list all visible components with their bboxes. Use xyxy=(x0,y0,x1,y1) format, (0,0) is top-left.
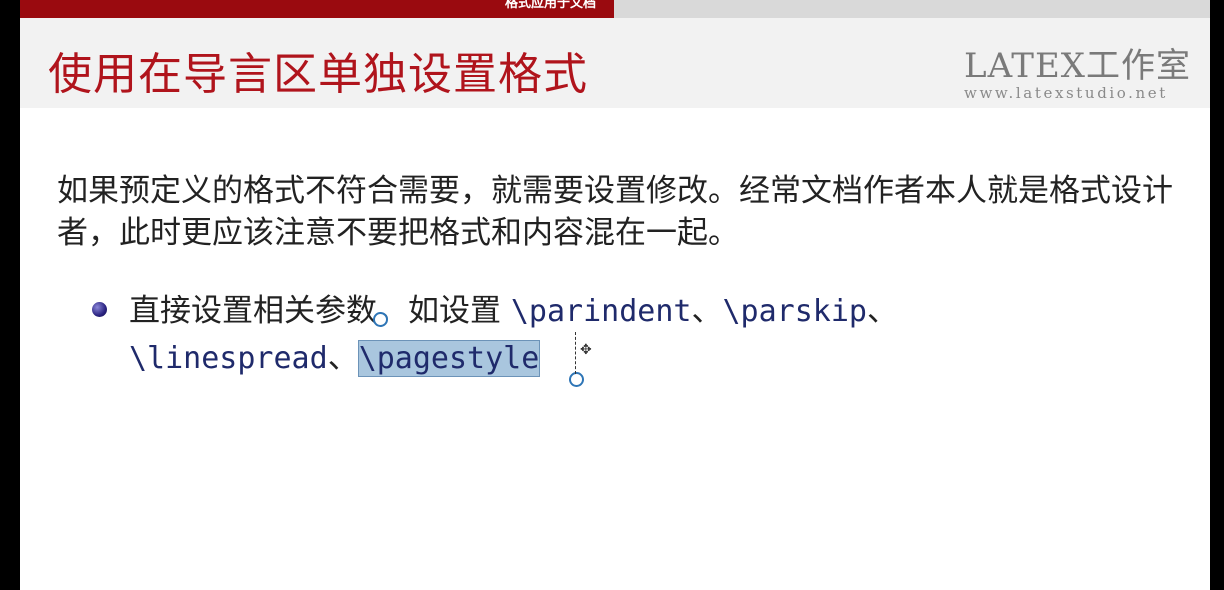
separator: 、 xyxy=(691,293,723,329)
selection-start-handle[interactable] xyxy=(373,312,388,327)
separator: 、 xyxy=(327,340,359,376)
bullet-text[interactable]: 直接设置相关参数。如设置 \parindent、\parskip、 \linesp… xyxy=(129,288,1089,382)
logo-url: www.latexstudio.net xyxy=(964,84,1168,102)
cmd-pagestyle-selected[interactable]: \pagestyle xyxy=(357,340,541,377)
cmd-parindent: \parindent xyxy=(510,294,692,329)
logo-cn: 工作室 xyxy=(1085,46,1191,86)
cmd-parskip: \parskip xyxy=(722,294,867,329)
bullet-dot-icon xyxy=(92,302,107,317)
selection-end-handle[interactable] xyxy=(569,372,584,387)
title-band: 使用在导言区单独设置格式 LATEX工作室 www.latexstudio.ne… xyxy=(20,18,1210,108)
logo-mark: LATEX工作室 xyxy=(964,46,1196,86)
cmd-linespread: \linespread xyxy=(129,341,328,376)
move-cursor-icon: ✥ xyxy=(580,342,592,358)
bullet-prefix: 直接设置相关参数。如设置 xyxy=(129,293,511,329)
slide-title: 使用在导言区单独设置格式 xyxy=(48,49,588,100)
section-tab: 格式应用于文档 xyxy=(20,0,614,18)
latex-studio-logo: LATEX工作室 www.latexstudio.net xyxy=(964,46,1196,104)
separator: 、 xyxy=(866,293,898,329)
intro-paragraph[interactable]: 如果预定义的格式不符合需要，就需要设置修改。经常文档作者本人就是格式设计者，此时… xyxy=(57,170,1187,254)
slide: 格式应用于文档 使用在导言区单独设置格式 LATEX工作室 www.latexs… xyxy=(20,0,1210,590)
text-caret xyxy=(575,332,577,374)
logo-latex: LATEX xyxy=(964,46,1086,86)
